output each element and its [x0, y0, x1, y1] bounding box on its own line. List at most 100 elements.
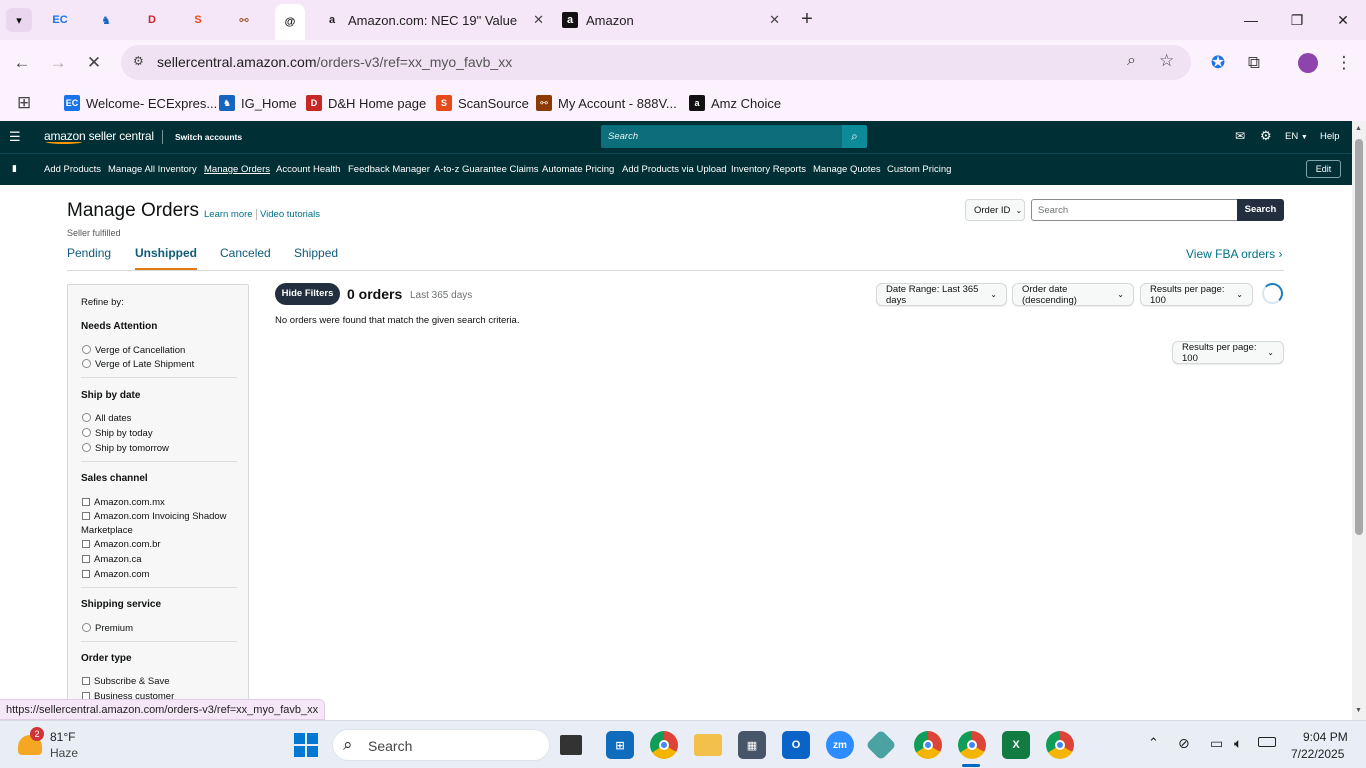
forward-button[interactable]: → — [46, 51, 70, 75]
results-per-page-bottom-select[interactable]: Results per page: 100 ⌄ — [1172, 341, 1284, 364]
pinned-tab[interactable]: S — [183, 6, 213, 34]
outlook-icon[interactable]: O — [782, 731, 810, 759]
tab-pending[interactable]: Pending — [67, 246, 111, 268]
calculator-icon[interactable]: ▦ — [738, 731, 766, 759]
filter-amazon-com[interactable]: Amazon.com — [82, 569, 149, 580]
show-hidden-icons-chevron-icon[interactable]: ⌃ — [1148, 735, 1159, 751]
browser-menu-icon[interactable]: ⋮ — [1332, 51, 1356, 75]
header-search-button[interactable]: ⌕ — [842, 125, 867, 148]
filter-ship-by-today[interactable]: Ship by today — [82, 428, 153, 439]
hamburger-menu-icon[interactable]: ☰ — [9, 129, 21, 145]
pinned-tab[interactable]: ♞ — [91, 6, 121, 34]
tab-unshipped[interactable]: Unshipped — [135, 246, 197, 271]
excel-icon[interactable]: X — [1002, 731, 1030, 759]
bookmark-item[interactable]: EC Welcome- ECExpres... — [64, 93, 217, 113]
filter-premium[interactable]: Premium — [82, 623, 133, 634]
checkbox[interactable] — [82, 555, 90, 563]
nav-link-a-to-z-guarantee-claims[interactable]: A-to-z Guarantee Claims — [434, 164, 539, 175]
results-per-page-select[interactable]: Results per page: 100 ⌄ — [1140, 283, 1253, 306]
filter-amazon-com-mx[interactable]: Amazon.com.mx — [82, 497, 165, 508]
radio-button[interactable] — [82, 623, 91, 632]
minimize-button[interactable]: — — [1228, 0, 1274, 40]
scroll-down-arrow[interactable]: ▼ — [1355, 707, 1362, 714]
pinned-tab[interactable]: @ — [275, 4, 305, 40]
filter-verge-of-cancellation[interactable]: Verge of Cancellation — [82, 345, 185, 356]
filter-subscribe-save[interactable]: Subscribe & Save — [82, 676, 170, 687]
sort-order-select[interactable]: Order date (descending) ⌄ — [1012, 283, 1134, 306]
bookmark-item[interactable]: a Amz Choice — [689, 93, 781, 113]
nav-link-custom-pricing[interactable]: Custom Pricing — [887, 164, 951, 175]
nav-link-inventory-reports[interactable]: Inventory Reports — [731, 164, 806, 175]
volume-icon[interactable]: 🔈︎ — [1234, 735, 1242, 752]
bookmark-star-icon[interactable]: ☆ — [1159, 51, 1174, 71]
filter-ship-by-tomorrow[interactable]: Ship by tomorrow — [82, 443, 169, 454]
nav-link-feedback-manager[interactable]: Feedback Manager — [348, 164, 430, 175]
site-info-icon[interactable]: ⚙ — [133, 54, 144, 68]
extension-icon[interactable]: ✪ — [1206, 51, 1230, 75]
close-icon[interactable]: ✕ — [769, 12, 780, 28]
checkbox[interactable] — [82, 570, 90, 578]
chrome-profile-3-icon[interactable] — [1046, 731, 1074, 759]
checkbox[interactable] — [82, 498, 90, 506]
tab-canceled[interactable]: Canceled — [220, 246, 271, 268]
file-explorer-icon[interactable] — [694, 734, 722, 756]
bookmark-item[interactable]: ♞ IG_Home — [219, 93, 297, 113]
hide-filters-button[interactable]: Hide Filters — [275, 283, 340, 305]
profile-avatar[interactable] — [1296, 51, 1320, 75]
extensions-puzzle-icon[interactable]: ⧉ — [1242, 51, 1266, 75]
battery-icon[interactable] — [1258, 737, 1276, 747]
back-button[interactable]: ← — [10, 51, 34, 75]
nav-link-account-health[interactable]: Account Health — [276, 164, 340, 175]
scrollbar-thumb[interactable] — [1355, 139, 1363, 535]
checkbox[interactable] — [82, 540, 90, 548]
zoom-icon[interactable]: ⌕ — [1127, 52, 1136, 70]
radio-button[interactable] — [82, 345, 91, 354]
nav-link-manage-all-inventory[interactable]: Manage All Inventory — [108, 164, 197, 175]
filter-amazon-ca[interactable]: Amazon.ca — [82, 554, 142, 565]
microsoft-store-icon[interactable]: ⊞ — [606, 731, 634, 759]
chrome-icon[interactable] — [650, 731, 678, 759]
chrome-profile-1-icon[interactable] — [914, 731, 942, 759]
pinned-tab[interactable]: EC — [45, 6, 75, 34]
network-icon[interactable]: ⊘ — [1178, 735, 1190, 752]
radio-button[interactable] — [82, 428, 91, 437]
date-range-select[interactable]: Date Range: Last 365 days ⌄ — [876, 283, 1007, 306]
header-search-input[interactable]: Search — [601, 125, 842, 148]
language-selector[interactable]: EN ▼ — [1285, 131, 1308, 142]
checkbox[interactable] — [82, 512, 90, 520]
tab-amazon-nec[interactable]: a Amazon.com: NEC 19" Value Di ✕ — [312, 0, 552, 40]
bookmark-item[interactable]: D D&H Home page — [306, 93, 426, 113]
scroll-up-arrow[interactable]: ▲ — [1355, 125, 1362, 132]
bookmark-item[interactable]: S ScanSource — [436, 93, 529, 113]
clock-time[interactable]: 9:04 PM — [1303, 730, 1348, 744]
tab-shipped[interactable]: Shipped — [294, 246, 338, 268]
start-windows-icon[interactable] — [294, 733, 318, 757]
seller-central-logo[interactable]: amazon seller central — [44, 129, 154, 144]
switch-accounts-link[interactable]: Switch accounts — [175, 132, 242, 142]
chrome-profile-2-icon[interactable] — [958, 731, 986, 759]
stop-loading-button[interactable]: ✕ — [82, 51, 106, 75]
mail-icon[interactable]: ✉ — [1235, 129, 1245, 143]
apps-grid-icon[interactable]: ⊞ — [17, 93, 31, 113]
edit-nav-button[interactable]: Edit — [1306, 160, 1341, 178]
filter-amazon-invoicing-shadow[interactable]: Amazon.com Invoicing Shadow — [82, 511, 227, 522]
clock-date[interactable]: 7/22/2025 — [1291, 747, 1344, 761]
app-diamond-icon[interactable] — [865, 729, 897, 761]
radio-button[interactable] — [82, 359, 91, 368]
radio-button[interactable] — [82, 413, 91, 422]
bookmark-icon[interactable]: ▮ — [12, 163, 17, 174]
pinned-tab[interactable]: D — [137, 6, 167, 34]
weather-widget[interactable]: 2 81°F Haze — [16, 727, 126, 765]
gear-icon[interactable]: ⚙ — [1260, 128, 1272, 144]
taskbar-search-box[interactable]: ⌕ Search — [332, 729, 550, 761]
tab-search-button[interactable]: ▾ — [6, 8, 32, 32]
nav-link-manage-quotes[interactable]: Manage Quotes — [813, 164, 881, 175]
radio-button[interactable] — [82, 443, 91, 452]
zoom-app-icon[interactable]: zm — [826, 731, 854, 759]
filter-amazon-com-br[interactable]: Amazon.com.br — [82, 539, 161, 550]
order-id-select[interactable]: Order ID ⌄ — [965, 199, 1025, 221]
url-text[interactable]: sellercentral.amazon.com/orders-v3/ref=x… — [157, 54, 512, 70]
nav-link-add-products[interactable]: Add Products — [44, 164, 101, 175]
task-view-icon[interactable] — [560, 735, 582, 755]
filter-all-dates[interactable]: All dates — [82, 413, 131, 424]
